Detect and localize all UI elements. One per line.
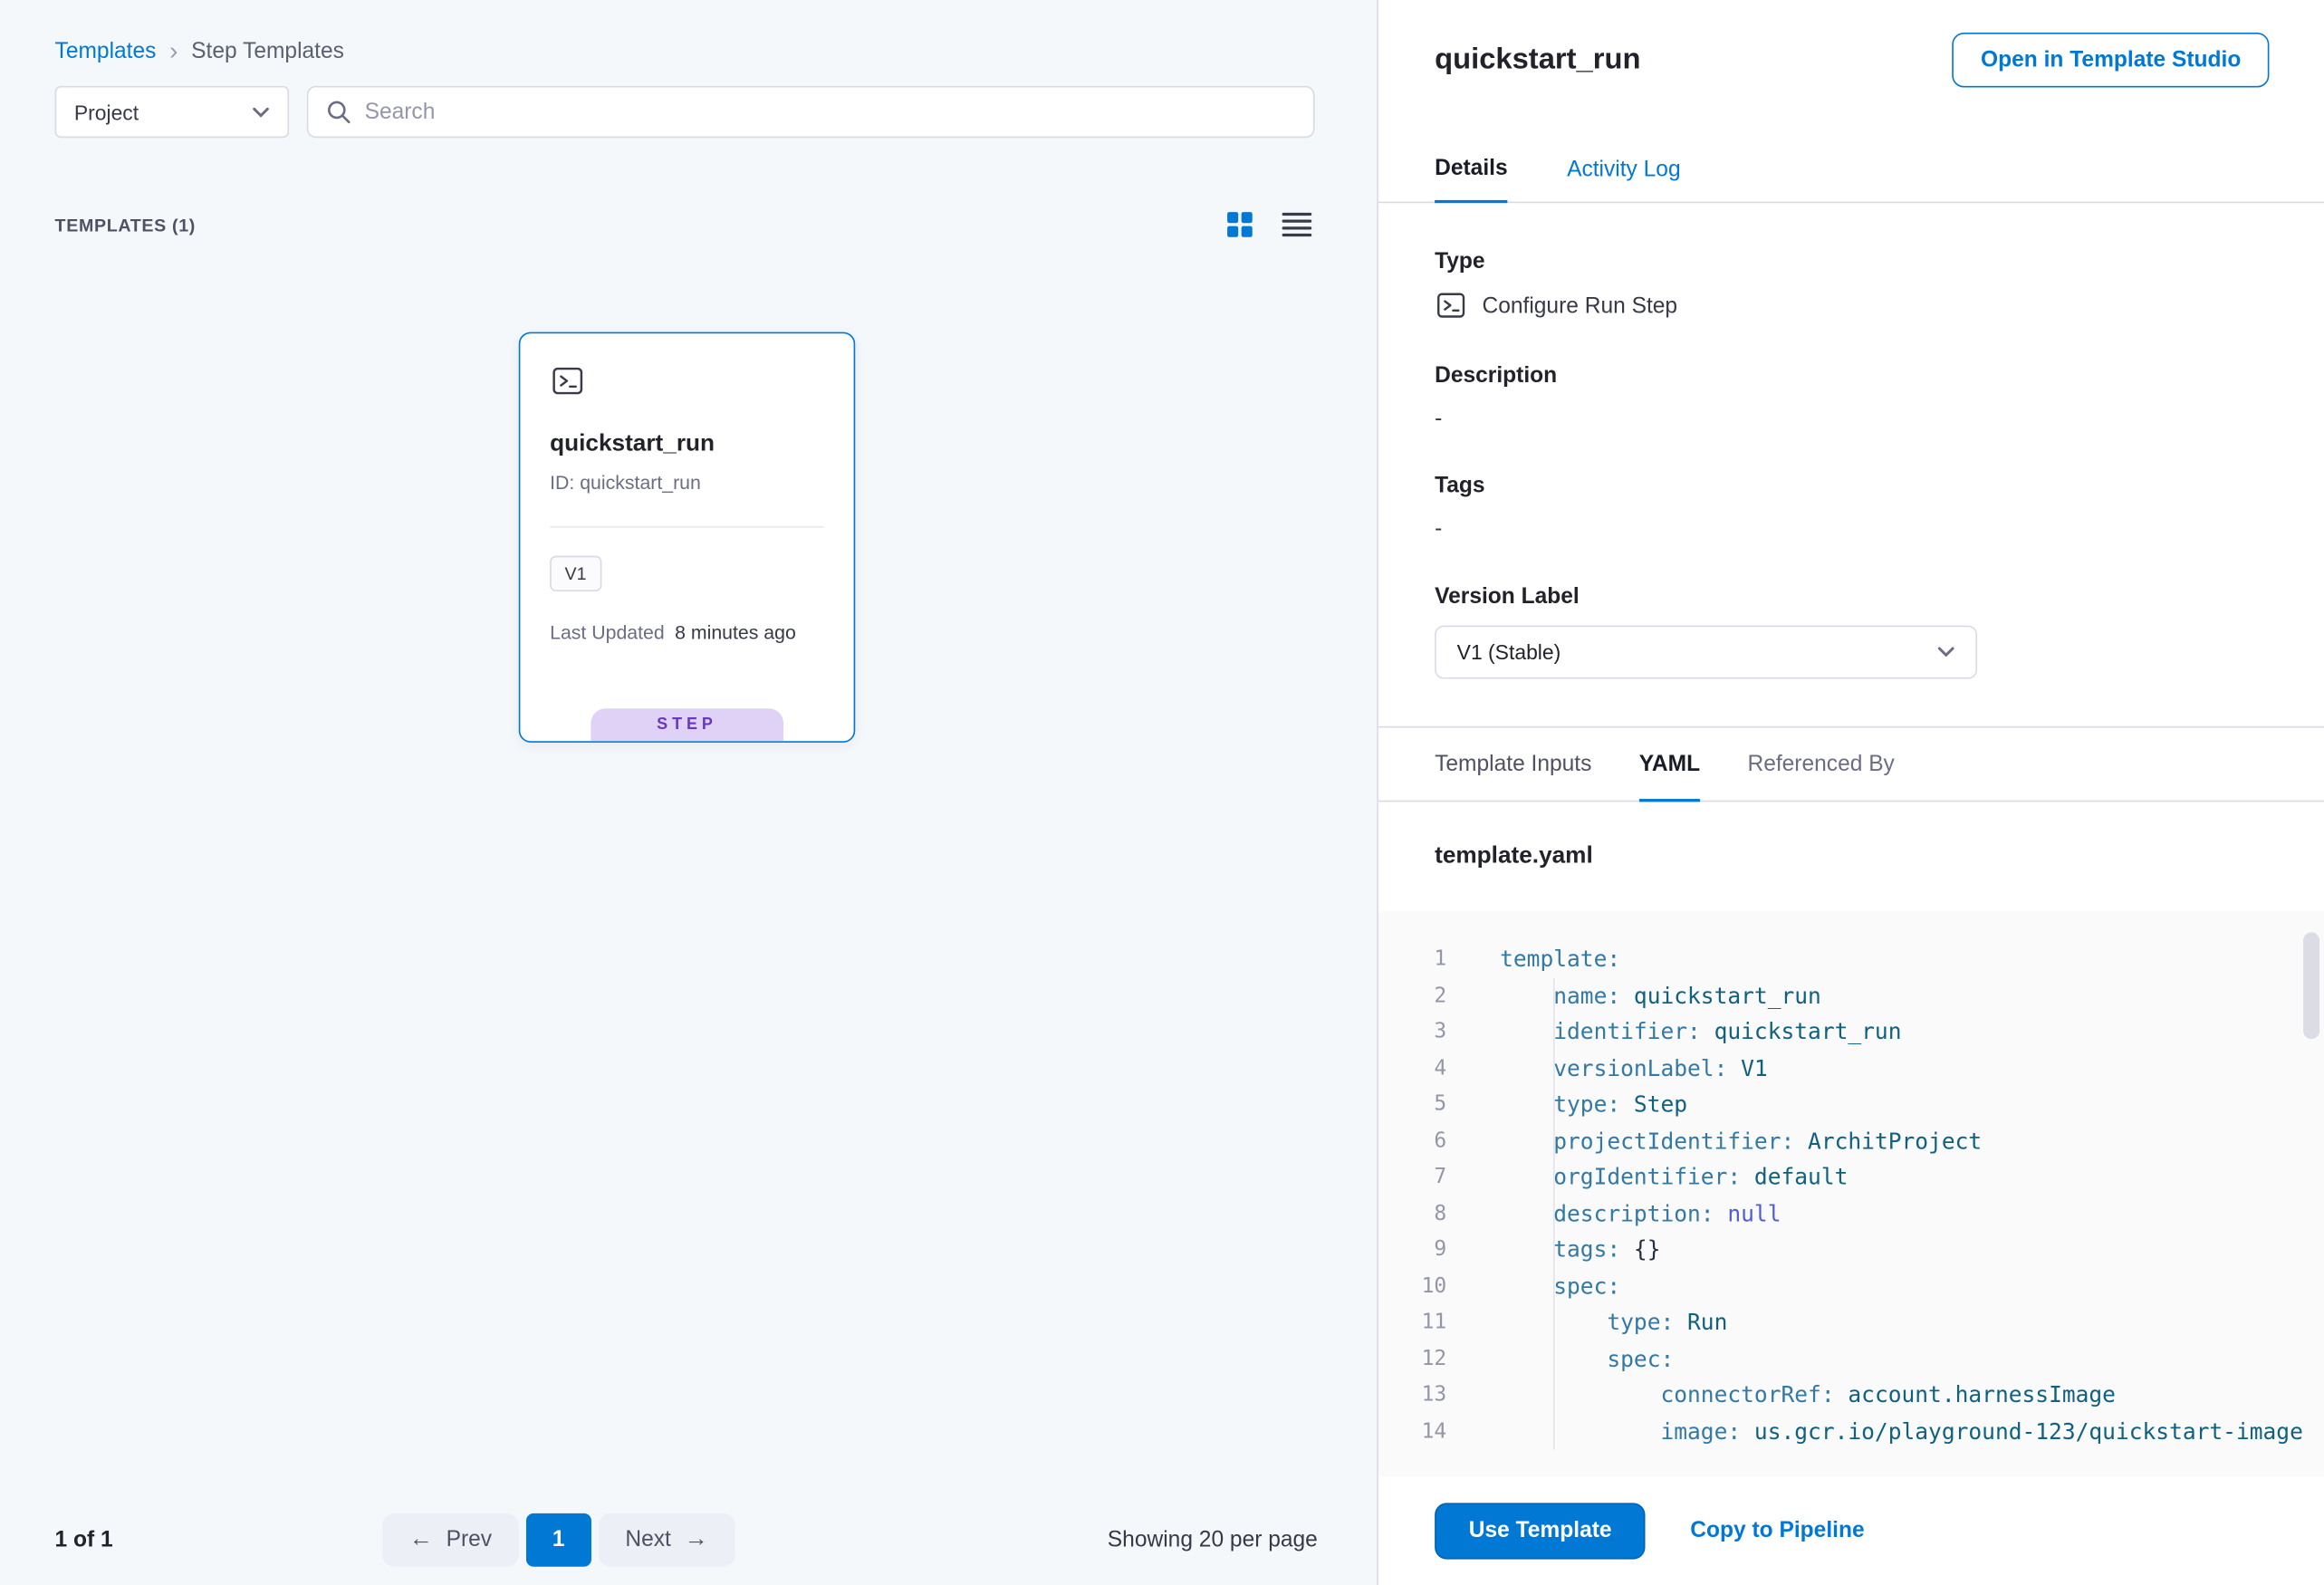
yaml-code-line: 3 identifier: quickstart_run — [1378, 1013, 2324, 1050]
scope-dropdown[interactable]: Project — [55, 86, 290, 138]
next-label: Next — [625, 1527, 670, 1552]
arrow-right-icon: → — [685, 1527, 708, 1551]
last-updated-label: Last Updated — [550, 621, 665, 644]
code-scrollbar-thumb[interactable] — [2303, 932, 2319, 1039]
chevron-down-icon — [252, 106, 270, 118]
use-template-button[interactable]: Use Template — [1435, 1503, 1646, 1559]
yaml-code-line: 1template: — [1378, 941, 2324, 977]
yaml-code-viewer[interactable]: 1template:2 name: quickstart_run3 identi… — [1378, 911, 2324, 1475]
templates-list-panel: Templates › Step Templates Project TEMPL… — [0, 0, 1378, 1585]
run-step-terminal-icon — [1435, 289, 1467, 322]
list-header-row: TEMPLATES (1) — [55, 210, 1312, 238]
version-badge: V1 — [550, 556, 601, 591]
search-input[interactable] — [365, 100, 1296, 125]
page-count: 1 of 1 — [55, 1527, 113, 1552]
breadcrumb-templates-link[interactable]: Templates — [55, 39, 157, 64]
type-value: Configure Run Step — [1482, 293, 1677, 318]
version-label: Version Label — [1435, 584, 2268, 610]
card-divider — [550, 526, 824, 528]
yaml-code-line: 11 type: Run — [1378, 1304, 2324, 1340]
template-card-id: ID: quickstart_run — [550, 471, 824, 494]
pagination: ← Prev 1 Next → — [382, 1513, 735, 1566]
template-card[interactable]: quickstart_run ID: quickstart_run V1 Las… — [519, 332, 855, 743]
template-card-title: quickstart_run — [550, 431, 824, 457]
yaml-code-line: 13 connectorRef: account.harnessImage — [1378, 1377, 2324, 1413]
description-label: Description — [1435, 363, 2268, 389]
yaml-code-line: 14 image: us.gcr.io/playground-123/quick… — [1378, 1413, 2324, 1449]
type-label: Type — [1435, 249, 2268, 274]
breadcrumb-current: Step Templates — [191, 39, 344, 64]
details-section: Type Configure Run Step Description - Ta… — [1378, 203, 2324, 678]
breadcrumb: Templates › Step Templates — [55, 39, 344, 64]
yaml-code-line: 5 type: Step — [1378, 1087, 2324, 1123]
open-template-studio-button[interactable]: Open in Template Studio — [1953, 32, 2269, 87]
per-page-summary: Showing 20 per page — [1108, 1527, 1318, 1552]
tags-value: - — [1435, 515, 2268, 541]
template-title: quickstart_run — [1435, 43, 1640, 77]
last-updated-row: Last Updated 8 minutes ago — [550, 621, 824, 644]
details-tabs: Details Activity Log — [1378, 119, 2324, 203]
yaml-code-lines: 1template:2 name: quickstart_run3 identi… — [1378, 941, 2324, 1449]
tab-activity-log[interactable]: Activity Log — [1567, 157, 1681, 201]
prev-label: Prev — [447, 1527, 492, 1552]
prev-page-button[interactable]: ← Prev — [382, 1513, 518, 1566]
version-dropdown[interactable]: V1 (Stable) — [1435, 626, 1977, 679]
yaml-tabs: Template Inputs YAML Referenced By — [1378, 726, 2324, 802]
tab-referenced-by[interactable]: Referenced By — [1747, 728, 1894, 801]
yaml-code-line: 4 versionLabel: V1 — [1378, 1050, 2324, 1086]
grid-view-icon[interactable] — [1225, 210, 1253, 238]
yaml-filename: template.yaml — [1435, 843, 2324, 869]
app-root: Templates › Step Templates Project TEMPL… — [0, 0, 2324, 1585]
version-dropdown-value: V1 (Stable) — [1457, 640, 1561, 664]
search-icon — [326, 100, 351, 125]
breadcrumb-chevron-icon: › — [169, 39, 178, 64]
tags-label: Tags — [1435, 473, 2268, 498]
list-view-icon[interactable] — [1282, 212, 1312, 237]
type-row: Configure Run Step — [1435, 289, 2268, 322]
last-updated-value: 8 minutes ago — [675, 621, 796, 644]
run-step-terminal-icon — [550, 363, 585, 399]
templates-count-label: TEMPLATES (1) — [55, 214, 196, 235]
yaml-code-line: 10 spec: — [1378, 1268, 2324, 1304]
yaml-code-line: 9 tags: {} — [1378, 1232, 2324, 1268]
description-value: - — [1435, 406, 2268, 431]
yaml-code-line: 6 projectIdentifier: ArchitProject — [1378, 1123, 2324, 1159]
copy-to-pipeline-link[interactable]: Copy to Pipeline — [1690, 1518, 1864, 1543]
next-page-button[interactable]: Next → — [599, 1513, 735, 1566]
view-toggles — [1225, 210, 1311, 238]
yaml-code-line: 12 spec: — [1378, 1340, 2324, 1377]
scope-dropdown-value: Project — [74, 100, 139, 123]
template-details-panel: quickstart_run Open in Template Studio D… — [1378, 0, 2324, 1585]
step-type-chip: STEP — [591, 708, 784, 741]
page-1-button[interactable]: 1 — [526, 1513, 591, 1566]
yaml-code-line: 2 name: quickstart_run — [1378, 977, 2324, 1013]
tab-details[interactable]: Details — [1435, 156, 1508, 203]
details-header: quickstart_run Open in Template Studio — [1378, 0, 2324, 119]
filters-row: Project — [55, 86, 1315, 138]
details-footer: Use Template Copy to Pipeline — [1378, 1475, 2324, 1585]
tab-template-inputs[interactable]: Template Inputs — [1435, 728, 1591, 801]
yaml-code-line: 8 description: null — [1378, 1196, 2324, 1232]
list-footer: 1 of 1 ← Prev 1 Next → Showing 20 per pa… — [0, 1494, 1377, 1585]
indent-guide — [1553, 978, 1555, 1449]
chevron-down-icon — [1937, 647, 1955, 658]
arrow-left-icon: ← — [409, 1527, 433, 1551]
tab-yaml[interactable]: YAML — [1639, 728, 1700, 802]
yaml-code-line: 7 orgIdentifier: default — [1378, 1159, 2324, 1196]
search-box — [307, 86, 1315, 138]
